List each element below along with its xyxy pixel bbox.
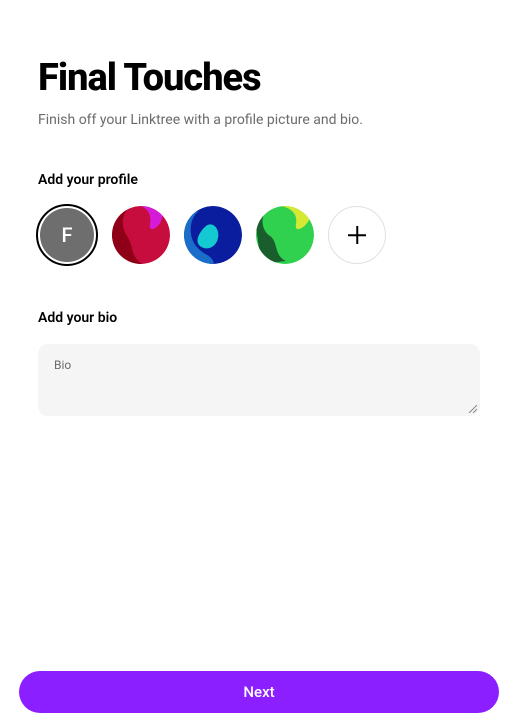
- bio-field-container[interactable]: Bio: [38, 344, 480, 416]
- avatar-options-row: F: [38, 206, 480, 266]
- avatar-upload-button[interactable]: [328, 206, 386, 264]
- abstract-avatar-icon: [112, 206, 170, 264]
- avatar-option-abstract-2[interactable]: [184, 206, 242, 264]
- abstract-avatar-icon: [184, 206, 242, 264]
- avatar-initial-letter: F: [40, 208, 94, 262]
- page-title: Final Touches: [38, 56, 480, 100]
- page-subtitle: Finish off your Linktree with a profile …: [38, 112, 480, 128]
- avatar-option-abstract-1[interactable]: [112, 206, 170, 264]
- plus-icon: [348, 226, 366, 244]
- abstract-avatar-icon: [256, 206, 314, 264]
- resize-handle-icon[interactable]: [467, 403, 477, 413]
- bio-section-label: Add your bio: [38, 310, 480, 326]
- next-button[interactable]: Next: [19, 671, 499, 713]
- bio-textarea[interactable]: [54, 374, 464, 406]
- bio-field-label: Bio: [54, 358, 464, 372]
- profile-section-label: Add your profile: [38, 172, 480, 188]
- avatar-option-initial[interactable]: F: [36, 204, 98, 266]
- avatar-option-abstract-3[interactable]: [256, 206, 314, 264]
